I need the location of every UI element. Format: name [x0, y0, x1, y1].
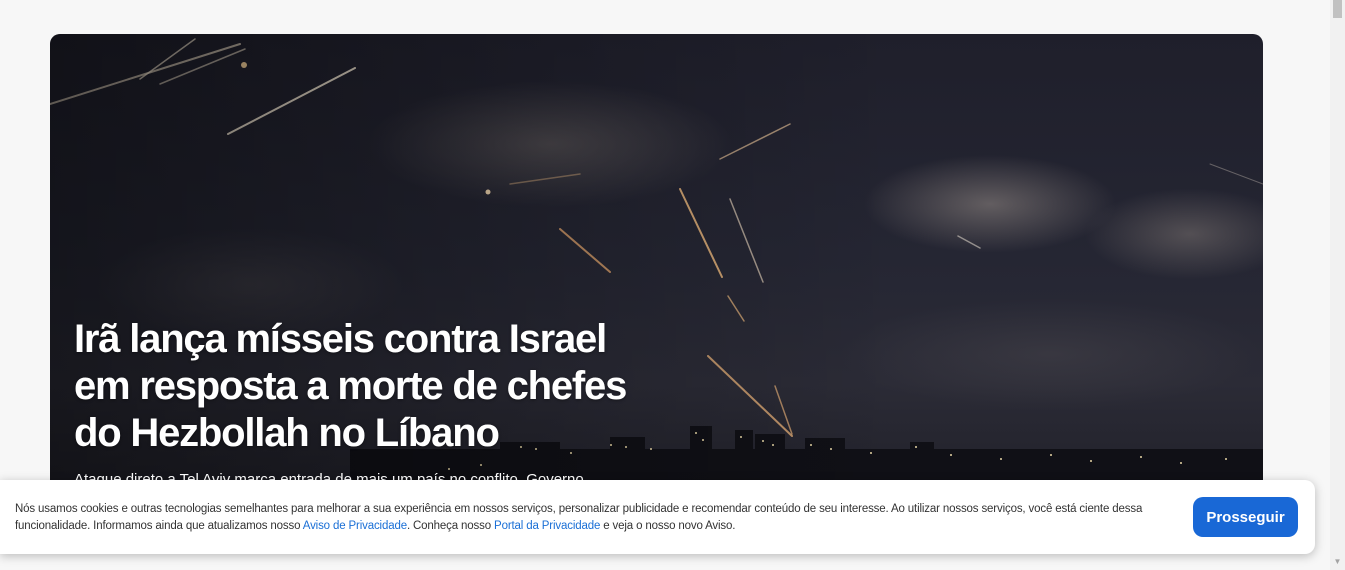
cookie-text-part: e veja o nosso novo Aviso. [600, 520, 736, 532]
headline-line: Irã lança mísseis contra Israel [74, 317, 607, 361]
headline[interactable]: Irã lança mísseis contra Israel em respo… [74, 316, 674, 457]
proceed-button[interactable]: Prosseguir [1193, 497, 1298, 537]
scrollbar-thumb[interactable] [1333, 0, 1342, 18]
privacy-portal-link[interactable]: Portal da Privacidade [494, 520, 600, 532]
headline-line: em resposta a morte de chefes [74, 364, 627, 408]
cookie-consent-banner: Nós usamos cookies e outras tecnologias … [0, 480, 1315, 554]
vertical-scrollbar[interactable]: ▲ ▼ [1330, 0, 1345, 570]
hero-gradient-overlay [50, 34, 1263, 534]
privacy-notice-link[interactable]: Aviso de Privacidade [303, 520, 407, 532]
chevron-down-icon[interactable]: ▼ [1330, 553, 1345, 570]
hero-news-card[interactable]: Irã lança mísseis contra Israel em respo… [50, 34, 1263, 534]
page: Irã lança mísseis contra Israel em respo… [0, 0, 1345, 570]
cookie-consent-text: Nós usamos cookies e outras tecnologias … [15, 501, 1180, 535]
cookie-text-part: . Conheça nosso [406, 520, 495, 532]
headline-line: do Hezbollah no Líbano [74, 411, 500, 455]
